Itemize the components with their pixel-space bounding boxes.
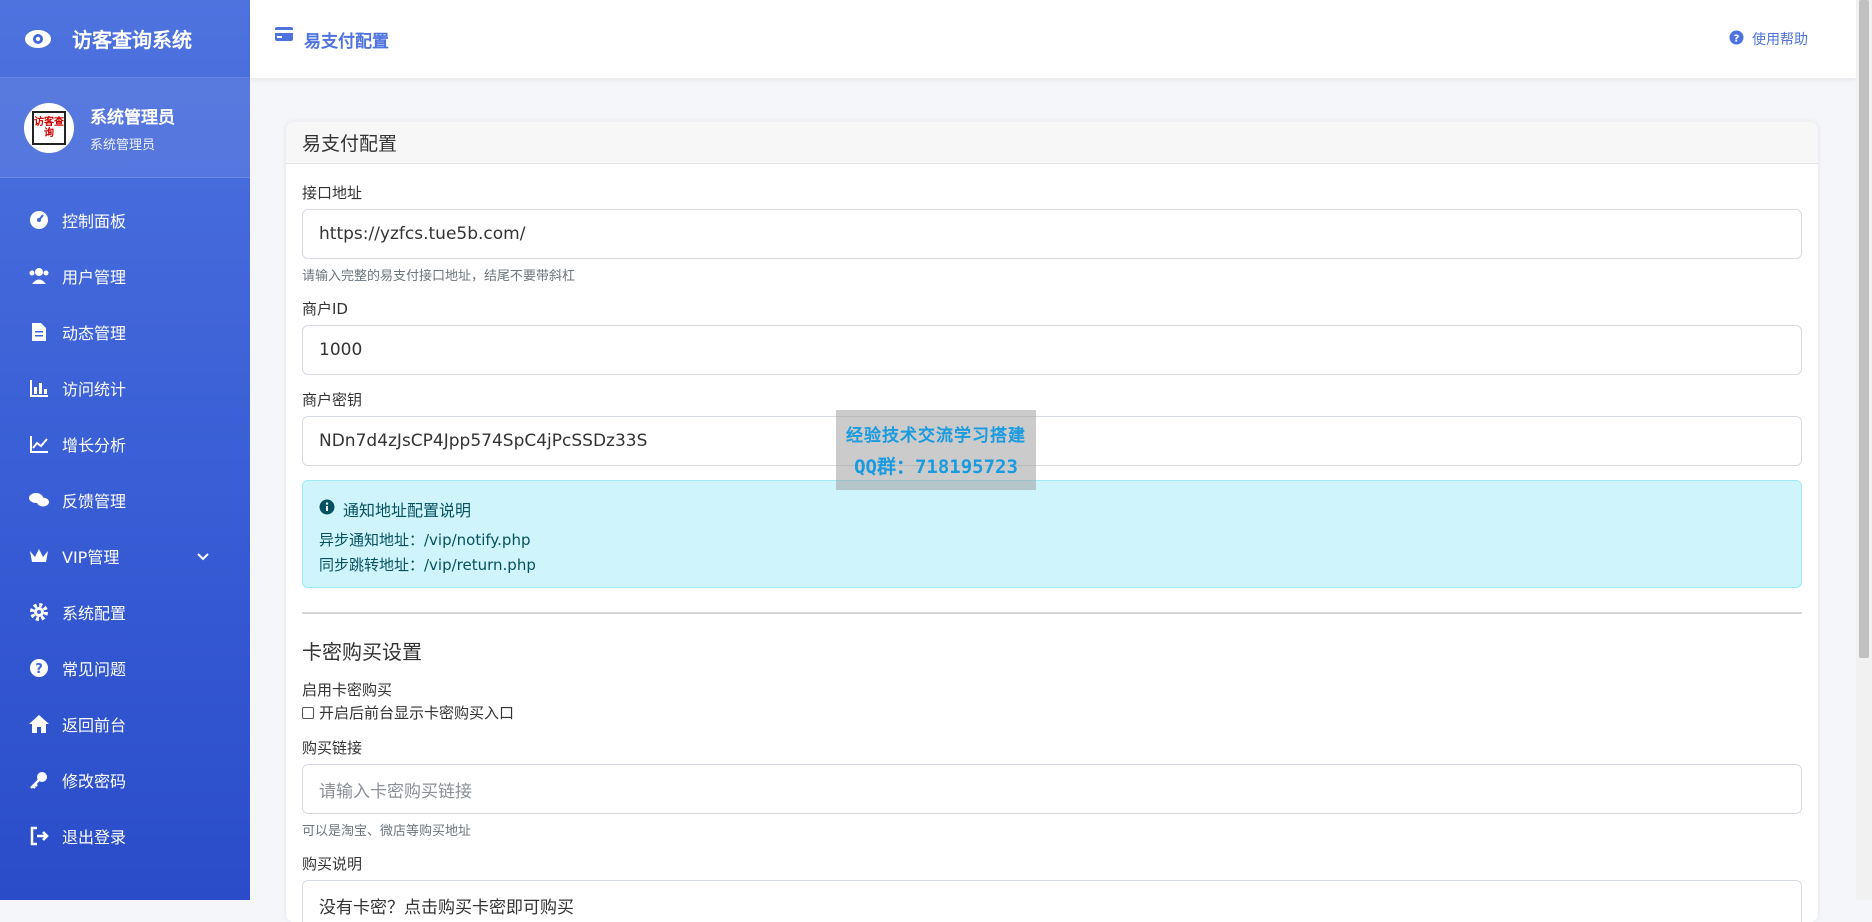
merchant-id-group: 商户ID 1000 xyxy=(302,298,1802,375)
question-circle-icon: ? xyxy=(1729,30,1744,49)
sidebar-item-label: 系统配置 xyxy=(62,604,127,623)
watermark: 经验技术交流学习搭建 QQ群：718195723 xyxy=(836,410,1036,490)
sidebar-item-posts[interactable]: 动态管理 xyxy=(0,304,250,360)
epay-config-card: 易支付配置 接口地址 https://yzfcs.tue5b.com/ 请输入完… xyxy=(286,122,1818,922)
sidebar-item-label: 常见问题 xyxy=(62,660,127,679)
sidebar-item-password[interactable]: 修改密码 xyxy=(0,752,250,808)
sidebar-item-settings[interactable]: 系统配置 xyxy=(0,584,250,640)
buy-link-label: 购买链接 xyxy=(302,739,363,757)
user-role: 系统管理员 xyxy=(90,137,156,153)
sidebar-item-home[interactable]: 返回前台 xyxy=(0,696,250,752)
sidebar-item-label: 用户管理 xyxy=(62,268,127,287)
info-title-text: 通知地址配置说明 xyxy=(343,501,472,520)
page-scrollbar[interactable] xyxy=(1856,0,1872,900)
app-title: 访客查询系统 xyxy=(72,28,192,52)
help-link[interactable]: ? 使用帮助 xyxy=(1729,29,1808,49)
buy-desc-label: 购买说明 xyxy=(302,855,363,873)
top-bar: 易支付配置 ? 使用帮助 xyxy=(250,0,1856,78)
sidebar-item-label: 反馈管理 xyxy=(62,492,127,511)
chevron-down-icon[interactable] xyxy=(196,547,210,566)
page-title: 易支付配置 xyxy=(250,26,389,52)
bar-chart-icon xyxy=(28,377,50,399)
enable-card-row: 开启后前台显示卡密购买入口 xyxy=(302,702,1802,723)
brand[interactable]: 访客查询系统 xyxy=(0,0,250,78)
merchant-id-label: 商户ID xyxy=(302,300,348,318)
home-icon xyxy=(28,713,50,735)
dashboard-icon xyxy=(28,209,50,231)
api-url-hint: 请输入完整的易支付接口地址，结尾不要带斜杠 xyxy=(302,269,576,284)
buy-desc-group: 购买说明 没有卡密？点击购买卡密即可购买 xyxy=(302,853,1802,922)
sidebar-item-label: 控制面板 xyxy=(62,212,127,231)
buy-link-hint: 可以是淘宝、微店等购买地址 xyxy=(302,824,472,839)
buy-desc-input[interactable]: 没有卡密？点击购买卡密即可购买 xyxy=(302,880,1802,922)
sync-return-url: 同步跳转地址：/vip/return.php xyxy=(319,556,536,574)
enable-card-checkbox[interactable] xyxy=(302,706,314,719)
eye-icon xyxy=(24,29,52,49)
info-circle-icon xyxy=(319,499,335,519)
user-panel: 访客查询 系统管理员 系统管理员 xyxy=(0,78,250,178)
sidebar-item-feedback[interactable]: 反馈管理 xyxy=(0,472,250,528)
api-url-group: 接口地址 https://yzfcs.tue5b.com/ 请输入完整的易支付接… xyxy=(302,182,1802,284)
watermark-line-2: QQ群：718195723 xyxy=(854,456,1018,478)
sidebar-nav: 控制面板 用户管理 动态管理 访问统计 增长分析 反馈管理 VIP管理 系统配置… xyxy=(0,178,250,864)
sidebar-item-dashboard[interactable]: 控制面板 xyxy=(0,192,250,248)
svg-text:?: ? xyxy=(35,662,43,677)
file-icon xyxy=(28,321,50,343)
sidebar-item-label: 修改密码 xyxy=(62,772,127,791)
sidebar-item-label: 访问统计 xyxy=(62,380,127,399)
buy-link-group: 购买链接 请输入卡密购买链接 可以是淘宝、微店等购买地址 xyxy=(302,737,1802,839)
enable-card-label: 启用卡密购买 xyxy=(302,681,393,699)
logout-icon xyxy=(28,825,50,847)
divider xyxy=(302,612,1802,614)
async-notify-url: 异步通知地址：/vip/notify.php xyxy=(319,531,531,549)
api-url-input[interactable]: https://yzfcs.tue5b.com/ xyxy=(302,209,1802,259)
card-purchase-section-title: 卡密购买设置 xyxy=(302,640,422,664)
scrollbar-thumb[interactable] xyxy=(1859,0,1869,658)
help-label: 使用帮助 xyxy=(1752,32,1808,48)
merchant-id-input[interactable]: 1000 xyxy=(302,325,1802,375)
comments-icon xyxy=(28,489,50,511)
sidebar-item-logout[interactable]: 退出登录 xyxy=(0,808,250,864)
avatar: 访客查询 xyxy=(24,102,74,153)
merchant-key-label: 商户密钥 xyxy=(302,391,363,409)
sidebar-item-users[interactable]: 用户管理 xyxy=(0,248,250,304)
sidebar-item-label: VIP管理 xyxy=(62,548,120,567)
sidebar-item-label: 返回前台 xyxy=(62,716,127,735)
sidebar-item-label: 增长分析 xyxy=(62,436,127,455)
enable-card-checkbox-label[interactable]: 开启后前台显示卡密购买入口 xyxy=(319,702,514,723)
line-chart-icon xyxy=(28,433,50,455)
sidebar-item-growth[interactable]: 增长分析 xyxy=(0,416,250,472)
gear-icon xyxy=(28,601,50,623)
info-title: 通知地址配置说明 xyxy=(319,497,1785,521)
page-title-text: 易支付配置 xyxy=(304,31,389,52)
sidebar: 访客查询系统 访客查询 系统管理员 系统管理员 控制面板 用户管理 动态管理 访… xyxy=(0,0,250,900)
watermark-line-1: 经验技术交流学习搭建 xyxy=(846,426,1026,446)
key-icon xyxy=(28,769,50,791)
sidebar-item-vip[interactable]: VIP管理 xyxy=(0,528,250,584)
sidebar-item-label: 退出登录 xyxy=(62,828,127,847)
user-name: 系统管理员 xyxy=(90,107,175,128)
buy-link-input[interactable]: 请输入卡密购买链接 xyxy=(302,764,1802,814)
users-icon xyxy=(28,265,50,287)
notify-info-alert: 通知地址配置说明 异步通知地址：/vip/notify.php 同步跳转地址：/… xyxy=(302,480,1802,588)
sidebar-item-visits[interactable]: 访问统计 xyxy=(0,360,250,416)
crown-icon xyxy=(28,545,50,567)
sidebar-item-faq[interactable]: ? 常见问题 xyxy=(0,640,250,696)
question-icon: ? xyxy=(28,657,50,679)
credit-card-icon xyxy=(274,26,294,47)
card-title: 易支付配置 xyxy=(286,122,1818,164)
enable-card-group: 启用卡密购买 开启后前台显示卡密购买入口 xyxy=(302,679,1802,723)
svg-text:?: ? xyxy=(1734,33,1740,44)
api-url-label: 接口地址 xyxy=(302,184,363,202)
avatar-logo: 访客查询 xyxy=(32,110,66,145)
merchant-key-input[interactable]: NDn7d4zJsCP4Jpp574SpC4jPcSSDz33S xyxy=(302,416,1802,466)
merchant-key-group: 商户密钥 NDn7d4zJsCP4Jpp574SpC4jPcSSDz33S xyxy=(302,389,1802,466)
sidebar-item-label: 动态管理 xyxy=(62,324,127,343)
